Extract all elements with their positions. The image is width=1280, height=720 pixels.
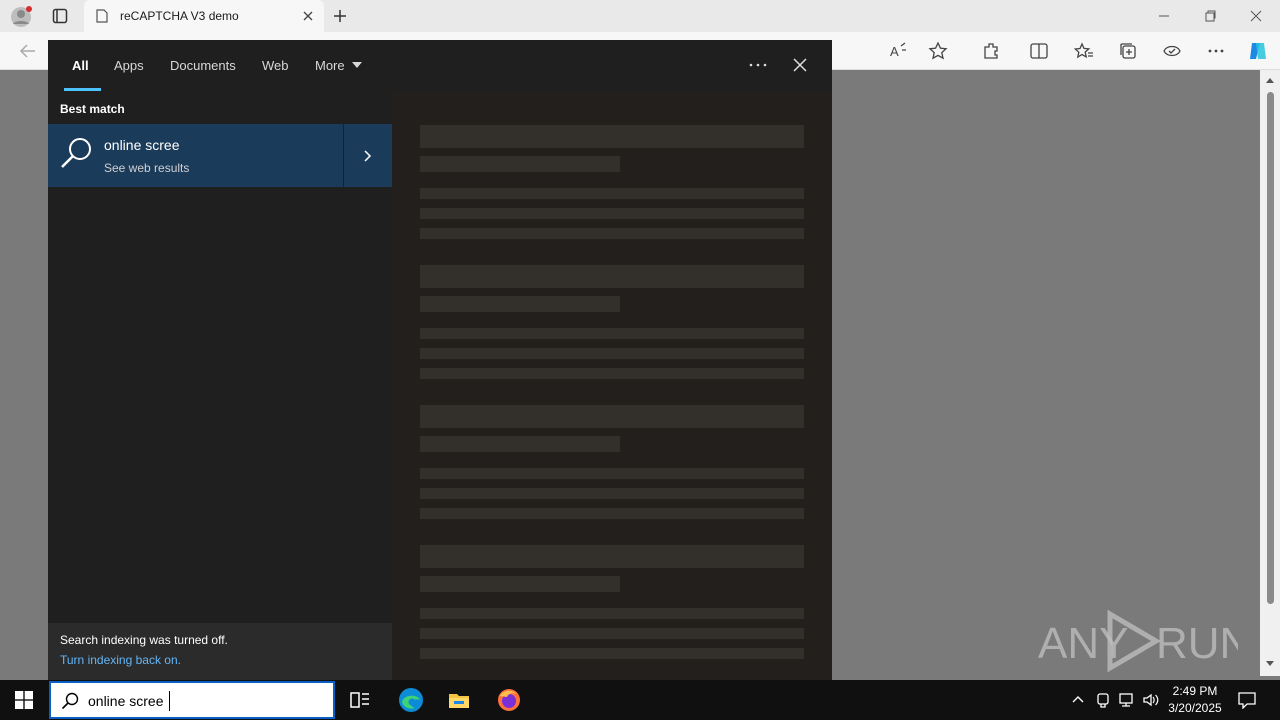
loading-placeholder-bar <box>420 368 804 379</box>
taskbar: online scree 2:49 PM 3/20/2025 <box>0 680 1280 720</box>
chevron-right-icon <box>364 150 372 162</box>
best-match-subtitle: See web results <box>104 161 190 175</box>
close-search-icon[interactable] <box>792 57 808 73</box>
collections-icon[interactable] <box>1118 41 1138 61</box>
active-tab-indicator <box>64 88 101 91</box>
tab-close-icon[interactable] <box>300 8 316 24</box>
page-icon <box>96 9 108 23</box>
task-view-icon[interactable] <box>348 688 372 712</box>
loading-placeholder-bar <box>420 468 804 479</box>
clock-time[interactable]: 2:49 PM <box>1160 684 1230 698</box>
preview-pane-loading <box>392 92 832 680</box>
profile-icon[interactable] <box>10 6 32 28</box>
favorite-star-icon[interactable] <box>928 41 948 61</box>
search-flyout: All Apps Documents Web More Best match o… <box>48 40 832 680</box>
close-window-icon[interactable] <box>1248 8 1264 24</box>
start-windows-icon[interactable] <box>15 691 33 709</box>
desktop: reCAPTCHA V3 demo A ANY RUN All Apps Doc… <box>0 0 1280 720</box>
loading-placeholder-bar <box>420 188 804 199</box>
search-input[interactable]: online scree <box>88 693 164 709</box>
browser-tab-active[interactable]: reCAPTCHA V3 demo <box>84 0 324 32</box>
loading-placeholder-bar <box>420 296 620 312</box>
svg-text:ANY: ANY <box>1038 619 1128 668</box>
edge-browser-icon[interactable] <box>398 687 424 713</box>
best-match-main[interactable]: online scree See web results <box>48 124 342 187</box>
file-explorer-icon[interactable] <box>447 688 471 712</box>
loading-placeholder-bar <box>420 628 804 639</box>
best-match-title: online scree <box>104 137 180 153</box>
firefox-icon[interactable] <box>496 687 522 713</box>
search-icon <box>61 692 79 710</box>
copilot-icon[interactable] <box>1246 39 1270 63</box>
tab-more[interactable]: More <box>315 58 345 73</box>
loading-placeholder-bar <box>420 328 804 339</box>
open-web-results-button[interactable] <box>343 124 392 187</box>
svg-text:RUN: RUN <box>1156 619 1238 668</box>
minimize-icon[interactable] <box>1156 8 1172 24</box>
loading-placeholder-bar <box>420 405 804 428</box>
tab-title: reCAPTCHA V3 demo <box>120 9 239 23</box>
loading-placeholder-bar <box>420 208 804 219</box>
clock-date[interactable]: 3/20/2025 <box>1160 701 1230 715</box>
browser-tab-bar: reCAPTCHA V3 demo <box>0 0 1280 32</box>
loading-placeholder-bar <box>420 576 620 592</box>
indexing-notice: Search indexing was turned off. Turn ind… <box>48 623 392 680</box>
scroll-up-icon[interactable] <box>1265 76 1275 84</box>
browser-essentials-icon[interactable] <box>1162 41 1182 61</box>
read-aloud-icon[interactable]: A <box>888 41 908 61</box>
indexing-message: Search indexing was turned off. <box>60 633 228 647</box>
tab-web[interactable]: Web <box>262 58 289 73</box>
turn-indexing-on-link[interactable]: Turn indexing back on. <box>60 653 181 667</box>
best-match-heading: Best match <box>60 102 125 116</box>
page-scrollbar[interactable] <box>1260 70 1280 676</box>
loading-placeholder-bar <box>420 545 804 568</box>
back-icon[interactable] <box>18 41 38 61</box>
scroll-thumb[interactable] <box>1267 92 1274 604</box>
loading-placeholder-bar <box>420 156 620 172</box>
options-ellipsis-icon[interactable] <box>748 60 768 70</box>
taskbar-search-box[interactable]: online scree <box>49 681 335 719</box>
loading-placeholder-bar <box>420 488 804 499</box>
more-chevron-down-icon[interactable] <box>352 62 362 68</box>
tab-documents[interactable]: Documents <box>170 58 236 73</box>
loading-placeholder-bar <box>420 648 804 659</box>
loading-placeholder-bar <box>420 348 804 359</box>
device-tray-icon[interactable] <box>1096 692 1110 708</box>
svg-text:A: A <box>890 44 899 59</box>
search-filter-tabs: All Apps Documents Web More <box>48 40 832 92</box>
loading-placeholder-bar <box>420 436 620 452</box>
loading-placeholder-bar <box>420 608 804 619</box>
loading-placeholder-bar <box>420 125 804 148</box>
anyrun-watermark-logo: ANY RUN <box>1038 609 1238 673</box>
loading-placeholder-bar <box>420 228 804 239</box>
extensions-icon[interactable] <box>981 41 1001 61</box>
tab-apps[interactable]: Apps <box>114 58 144 73</box>
notifications-icon[interactable] <box>1238 691 1256 709</box>
network-icon[interactable] <box>1118 692 1134 708</box>
tab-all[interactable]: All <box>72 58 89 73</box>
search-icon <box>61 138 91 168</box>
volume-icon[interactable] <box>1142 692 1160 708</box>
settings-more-icon[interactable] <box>1206 41 1226 61</box>
text-caret <box>169 691 170 711</box>
split-screen-icon[interactable] <box>1029 41 1049 61</box>
results-list: Best match online scree See web results … <box>48 92 392 680</box>
tab-actions-icon[interactable] <box>52 8 68 24</box>
new-tab-icon[interactable] <box>332 8 348 24</box>
restore-icon[interactable] <box>1202 8 1218 24</box>
best-match-item[interactable]: online scree See web results <box>48 124 392 187</box>
loading-placeholder-bar <box>420 265 804 288</box>
show-hidden-icons-chevron-up-icon[interactable] <box>1072 695 1084 703</box>
favorites-icon[interactable] <box>1074 41 1094 61</box>
loading-placeholder-bar <box>420 508 804 519</box>
scroll-down-icon[interactable] <box>1265 660 1275 668</box>
